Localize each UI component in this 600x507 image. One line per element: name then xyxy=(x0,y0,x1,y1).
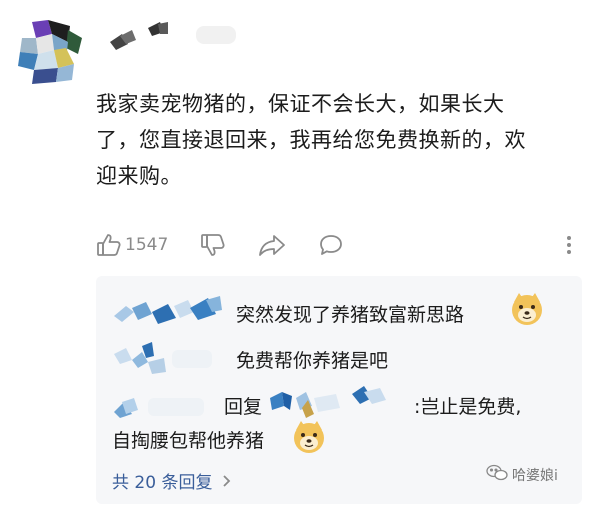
reply-username[interactable] xyxy=(112,296,222,334)
watermark-text: 哈婆娘i xyxy=(512,468,558,484)
chevron-right-icon xyxy=(222,473,232,493)
more-vertical-icon xyxy=(564,232,574,258)
wechat-icon xyxy=(486,464,508,486)
thumbs-down-icon xyxy=(200,232,226,258)
username[interactable] xyxy=(106,20,256,54)
comment-line: 我家卖宠物猪的，保证不会长大，如果长大 xyxy=(96,92,505,116)
more-replies-label: 共 20 条回复 xyxy=(112,473,213,493)
thumbs-up-icon xyxy=(96,232,122,258)
reply-text: 免费帮你养猪是吧 xyxy=(236,350,389,372)
reply-username[interactable] xyxy=(112,388,212,426)
dislike-button[interactable] xyxy=(200,228,226,262)
comment-text: 我家卖宠物猪的，保证不会长大，如果长大 了，您直接退回来，我再给您免费换新的，欢… xyxy=(96,86,566,194)
reply-text: 突然发现了养猪致富新思路 xyxy=(236,304,465,326)
action-bar: 1547 xyxy=(96,228,586,262)
more-options-button[interactable] xyxy=(564,228,574,262)
share-arrow-icon xyxy=(258,232,286,258)
avatar[interactable] xyxy=(18,20,82,84)
reply-username[interactable] xyxy=(112,342,222,380)
comment-line: 了，您直接退回来，我再给您免费换新的，欢 xyxy=(96,128,526,152)
reply-text-continued: 自掏腰包帮他养猪 xyxy=(112,430,265,452)
comment-line: 迎来购。 xyxy=(96,164,182,188)
like-button[interactable]: 1547 xyxy=(96,228,168,262)
doge-icon xyxy=(510,292,544,330)
reply-button[interactable] xyxy=(318,228,344,262)
more-replies-link[interactable]: 共 20 条回复 xyxy=(112,468,232,493)
reply-target-username[interactable] xyxy=(268,384,392,424)
watermark: 哈婆娘i xyxy=(486,464,558,486)
comment-bubble-icon xyxy=(318,232,344,258)
reply-text: :岂止是免费, xyxy=(414,396,522,418)
doge-icon xyxy=(292,420,326,458)
like-count: 1547 xyxy=(125,235,169,255)
share-button[interactable] xyxy=(258,228,286,262)
reply-prefix: 回复 xyxy=(224,396,263,418)
